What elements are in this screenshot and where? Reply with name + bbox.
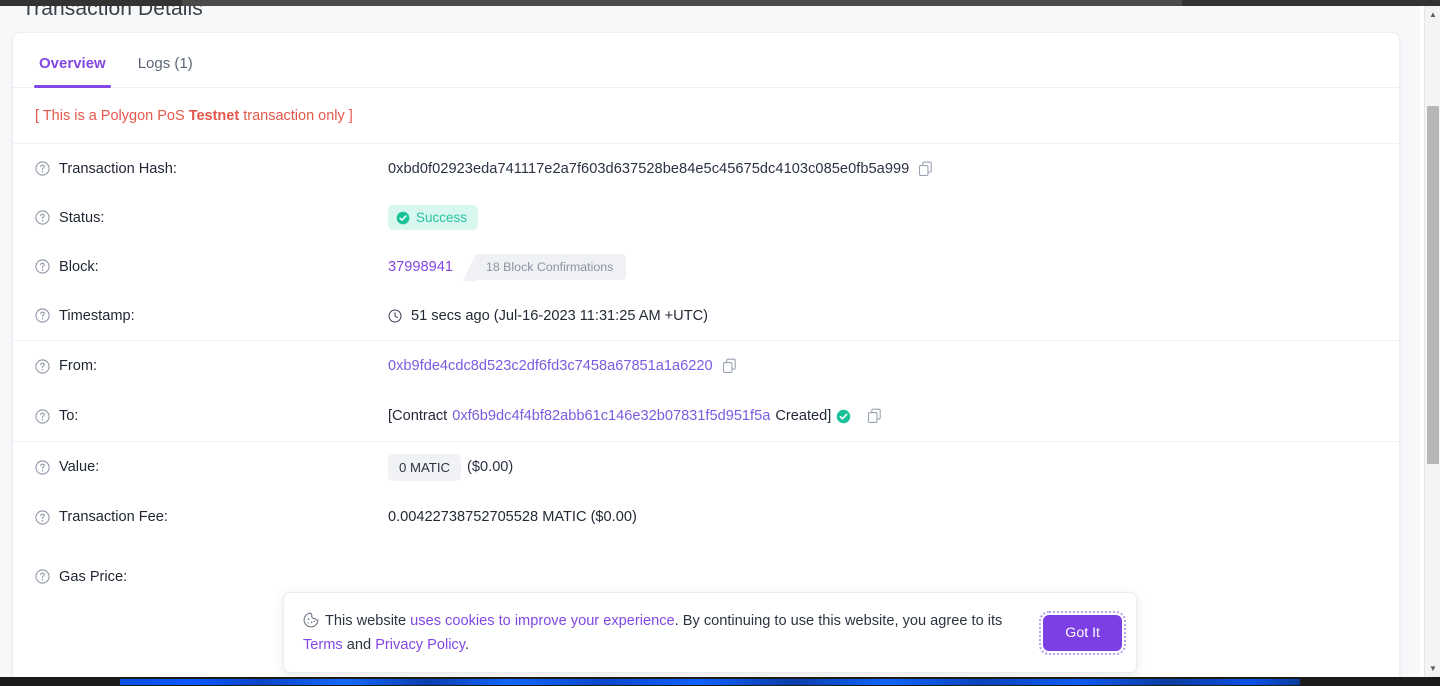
vertical-scrollbar[interactable]: ▲ ▼ bbox=[1424, 6, 1440, 677]
terms-link[interactable]: Terms bbox=[303, 637, 343, 653]
question-circle-icon[interactable] bbox=[35, 408, 50, 424]
value-block: 37998941 18 Block Confirmations bbox=[388, 253, 627, 281]
from-address-link[interactable]: 0xb9fde4cdc8d523c2df6fd3c7458a67851a1a62… bbox=[388, 358, 713, 374]
testnet-notice-emphasis: Testnet bbox=[188, 108, 240, 124]
got-it-button[interactable]: Got It bbox=[1039, 610, 1126, 655]
label-timestamp: Timestamp: bbox=[35, 308, 388, 324]
copy-icon[interactable] bbox=[867, 408, 882, 424]
cookie-text-4: . bbox=[464, 636, 470, 653]
testnet-notice-suffix: transaction only ] bbox=[239, 108, 353, 124]
row-status: Status: Success bbox=[13, 193, 1399, 242]
row-block: Block: 37998941 18 Block Confirmations bbox=[13, 242, 1399, 291]
scrollbar-thumb[interactable] bbox=[1427, 106, 1439, 464]
question-circle-icon[interactable] bbox=[35, 210, 50, 225]
value-transaction-fee: 0.00422738752705528 MATIC ($0.00) bbox=[388, 509, 637, 525]
question-circle-icon[interactable] bbox=[35, 259, 50, 274]
question-circle-icon[interactable] bbox=[35, 358, 50, 374]
row-transaction-hash: Transaction Hash: 0xbd0f02923eda741117e2… bbox=[13, 144, 1399, 193]
browser-chrome-bottom bbox=[0, 677, 1440, 686]
row-timestamp: Timestamp: 51 secs ago (Jul-16-2023 11:3… bbox=[13, 291, 1399, 340]
label-text: Block: bbox=[59, 258, 99, 275]
transaction-details-card: Overview Logs (1) [ This is a Polygon Po… bbox=[12, 32, 1400, 677]
row-transaction-fee: Transaction Fee: 0.00422738752705528 MAT… bbox=[13, 492, 1399, 542]
label-text: Transaction Fee: bbox=[59, 509, 168, 525]
label-text: Status: bbox=[59, 209, 105, 226]
label-text: Gas Price: bbox=[59, 568, 128, 585]
check-circle-icon bbox=[837, 409, 851, 423]
row-value: Value: 0 MATIC ($0.00) bbox=[13, 442, 1399, 492]
page-canvas: Transaction Details Overview Logs (1) [ … bbox=[0, 6, 1420, 677]
label-text: Transaction Hash: bbox=[59, 160, 177, 177]
detail-group-amounts: Value: 0 MATIC ($0.00) Transaction Fee: bbox=[13, 442, 1399, 611]
question-circle-icon[interactable] bbox=[35, 509, 50, 525]
detail-group-parties: From: 0xb9fde4cdc8d523c2df6fd3c7458a6785… bbox=[13, 341, 1399, 442]
transaction-fee-value: 0.00422738752705528 MATIC ($0.00) bbox=[388, 509, 637, 525]
question-circle-icon[interactable] bbox=[35, 459, 50, 475]
value-amount: 0 MATIC ($0.00) bbox=[388, 453, 514, 481]
taskbar-strip bbox=[120, 679, 1300, 685]
label-value: Value: bbox=[35, 459, 388, 475]
label-to: To: bbox=[35, 408, 388, 424]
cookie-consent-banner: This website uses cookies to improve you… bbox=[283, 592, 1137, 673]
clock-icon bbox=[388, 309, 402, 322]
label-text: Value: bbox=[59, 459, 100, 475]
block-number-link[interactable]: 37998941 bbox=[388, 259, 453, 275]
transaction-hash-value: 0xbd0f02923eda741117e2a7f603d637528be84e… bbox=[388, 160, 910, 177]
label-text: From: bbox=[59, 358, 98, 374]
cookie-text-2: . By continuing to use this website, you… bbox=[674, 612, 1003, 629]
label-gas-price: Gas Price: bbox=[35, 569, 388, 585]
status-badge-label: Success bbox=[416, 210, 468, 225]
status-badge: Success bbox=[388, 205, 479, 230]
cookie-policy-link[interactable]: uses cookies to improve your experience bbox=[410, 613, 674, 629]
label-transaction-fee: Transaction Fee: bbox=[35, 509, 388, 525]
cookie-banner-text: This website uses cookies to improve you… bbox=[303, 609, 1043, 657]
to-contract-suffix: Created] bbox=[775, 408, 832, 424]
testnet-notice: [ This is a Polygon PoS Testnet transact… bbox=[13, 88, 1399, 144]
row-to: To: [Contract 0xf6b9dc4f4bf82abb61c146e3… bbox=[13, 391, 1399, 441]
label-block: Block: bbox=[35, 259, 388, 275]
timestamp-value: 51 secs ago (Jul-16-2023 11:31:25 AM +UT… bbox=[411, 307, 709, 324]
tab-overview[interactable]: Overview bbox=[23, 55, 122, 88]
copy-icon[interactable] bbox=[722, 358, 737, 374]
to-address-link[interactable]: 0xf6b9dc4f4bf82abb61c146e32b07831f5d951f… bbox=[452, 408, 770, 424]
question-circle-icon[interactable] bbox=[35, 308, 50, 323]
value-from: 0xb9fde4cdc8d523c2df6fd3c7458a67851a1a62… bbox=[388, 358, 737, 374]
cookie-icon bbox=[303, 612, 319, 627]
scroll-down-arrow[interactable]: ▼ bbox=[1425, 660, 1440, 677]
tab-bar: Overview Logs (1) bbox=[13, 33, 1399, 88]
block-confirmations-badge: 18 Block Confirmations bbox=[462, 253, 627, 281]
question-circle-icon[interactable] bbox=[35, 161, 50, 176]
cookie-text-1: This website bbox=[325, 612, 411, 629]
row-from: From: 0xb9fde4cdc8d523c2df6fd3c7458a6785… bbox=[13, 341, 1399, 391]
cookie-text-3: and bbox=[342, 636, 376, 653]
label-text: Timestamp: bbox=[59, 307, 135, 324]
privacy-policy-link[interactable]: Privacy Policy bbox=[375, 637, 465, 653]
label-from: From: bbox=[35, 358, 388, 374]
testnet-notice-prefix: [ This is a Polygon PoS bbox=[35, 108, 189, 124]
to-contract-prefix: [Contract bbox=[388, 408, 448, 424]
tab-logs[interactable]: Logs (1) bbox=[122, 55, 209, 87]
label-transaction-hash: Transaction Hash: bbox=[35, 161, 388, 177]
copy-icon[interactable] bbox=[918, 161, 933, 177]
check-circle-icon bbox=[396, 211, 410, 224]
value-usd: ($0.00) bbox=[467, 459, 514, 475]
label-status: Status: bbox=[35, 210, 388, 226]
label-text: To: bbox=[59, 408, 79, 424]
question-circle-icon[interactable] bbox=[35, 569, 50, 584]
value-transaction-hash: 0xbd0f02923eda741117e2a7f603d637528be84e… bbox=[388, 161, 933, 177]
value-chip: 0 MATIC bbox=[388, 453, 462, 481]
value-status: Success bbox=[388, 205, 479, 230]
page-title: Transaction Details bbox=[22, 6, 203, 20]
detail-group-primary: Transaction Hash: 0xbd0f02923eda741117e2… bbox=[13, 144, 1399, 341]
scroll-up-arrow[interactable]: ▲ bbox=[1425, 6, 1440, 23]
value-timestamp: 51 secs ago (Jul-16-2023 11:31:25 AM +UT… bbox=[388, 308, 708, 324]
value-to: [Contract 0xf6b9dc4f4bf82abb61c146e32b07… bbox=[388, 408, 882, 424]
